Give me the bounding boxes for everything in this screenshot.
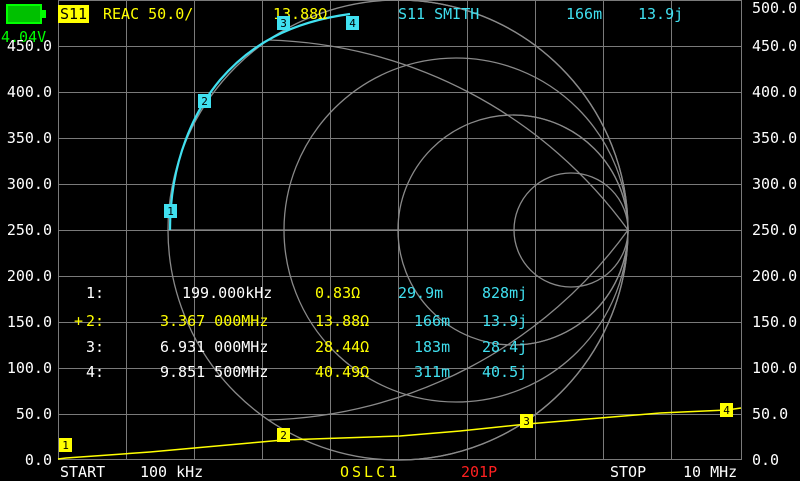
marker-tag-cyan[interactable]: 3 bbox=[277, 16, 290, 30]
stop-label[interactable]: STOP bbox=[610, 464, 646, 480]
svg-text:2: 2 bbox=[201, 95, 208, 108]
svg-text:2: 2 bbox=[280, 429, 287, 442]
start-label[interactable]: START bbox=[60, 464, 105, 480]
marker-tag-yellow[interactable]: 2 bbox=[277, 428, 290, 442]
cal-status: OSLC1 bbox=[340, 463, 401, 481]
stop-value[interactable]: 10 MHz bbox=[683, 464, 737, 480]
marker-tag-yellow[interactable]: 4 bbox=[720, 403, 733, 417]
svg-text:4: 4 bbox=[349, 17, 356, 30]
marker-tag-cyan[interactable]: 2 bbox=[198, 94, 211, 108]
marker-tag-yellow[interactable]: 1 bbox=[59, 438, 72, 452]
marker-tags-layer: 1 2 3 4 1 2 3 4 bbox=[59, 16, 733, 452]
start-value[interactable]: 100 kHz bbox=[140, 464, 203, 480]
marker-tag-cyan[interactable]: 4 bbox=[346, 16, 359, 30]
svg-text:3: 3 bbox=[523, 415, 530, 428]
points-count: 201P bbox=[461, 463, 498, 481]
marker-tag-cyan[interactable]: 1 bbox=[164, 204, 177, 218]
marker-tag-yellow[interactable]: 3 bbox=[520, 414, 533, 428]
svg-text:1: 1 bbox=[167, 205, 174, 218]
svg-text:3: 3 bbox=[280, 17, 287, 30]
svg-text:4: 4 bbox=[723, 404, 730, 417]
svg-text:1: 1 bbox=[62, 439, 69, 452]
